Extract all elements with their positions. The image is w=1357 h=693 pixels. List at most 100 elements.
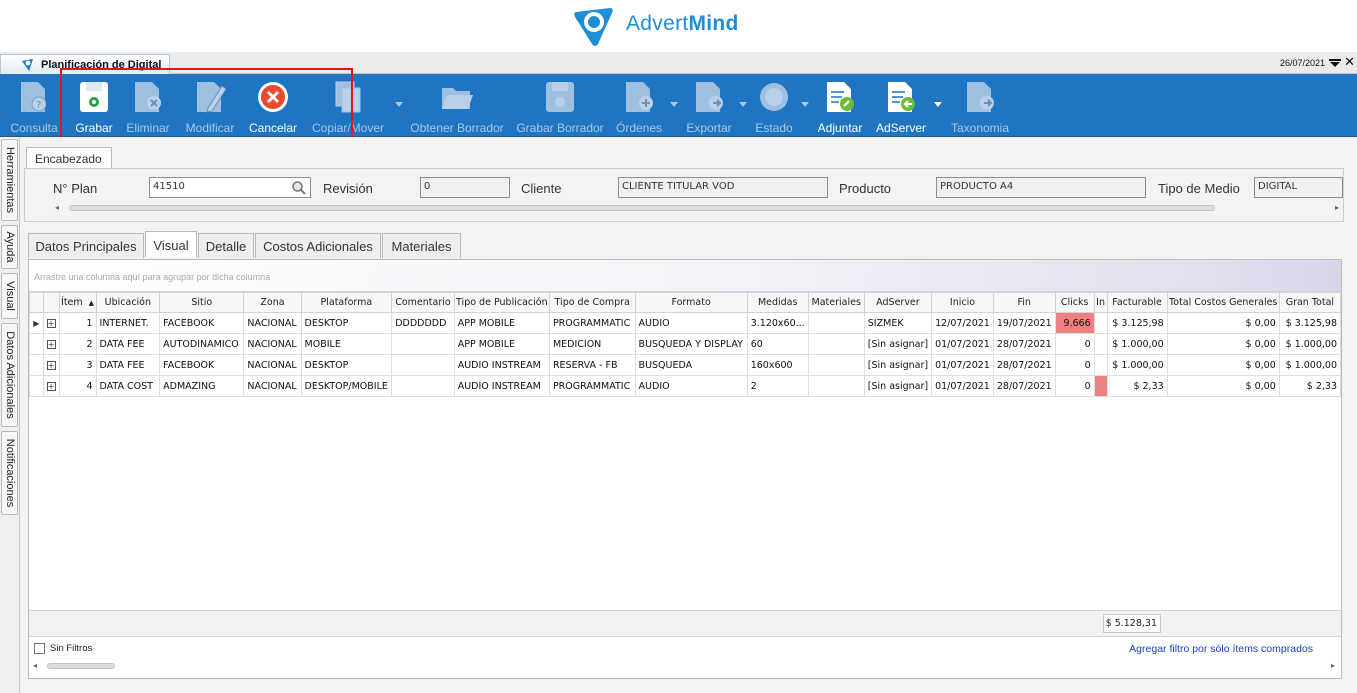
revision-field[interactable]: 0 [420,177,510,198]
column-header-adserver[interactable]: AdServer [863,292,933,313]
obtener-borrador-button[interactable]: Obtener Borrador [408,78,506,135]
cell-item[interactable]: 3 [58,354,97,376]
close-window-icon[interactable]: ✕ [1344,55,1355,70]
adserver-dropdown-icon[interactable] [934,102,942,108]
column-header-tipo-compra[interactable]: Tipo de Compra [548,292,636,313]
cell-plataforma[interactable]: DESKTOP/MOBILE [300,375,393,397]
cell-inicio[interactable]: 01/07/2021 [931,333,994,355]
cell-zona[interactable]: NACIONAL [243,375,302,397]
cell-materiales[interactable] [807,312,865,334]
exportar-dropdown-icon[interactable] [739,102,747,108]
expand-plus-icon[interactable]: + [46,381,56,391]
cell-materiales[interactable] [807,333,865,355]
column-header-tipo-publicacion[interactable]: Tipo de Publicación [453,292,550,313]
header-scrollbar[interactable]: ◂ ▸ [55,202,1339,214]
cell-plataforma[interactable]: DESKTOP [300,354,393,376]
table-row[interactable]: + 2 DATA FEE AUTODINAMICO NACIONAL MOBIL… [29,333,1342,355]
cell-fin[interactable]: 28/07/2021 [992,333,1056,355]
exportar-button[interactable]: Exportar [684,78,734,135]
cell-clicks[interactable]: 9.666 [1054,312,1095,334]
add-filter-link[interactable]: Agregar filtro por sólo ítems comprados [1129,643,1313,655]
cell-zona[interactable]: NACIONAL [243,354,302,376]
cell-formato[interactable]: AUDIO [634,312,748,334]
cell-formato[interactable]: AUDIO [634,375,748,397]
table-row[interactable]: ▶ + 1 INTERNET. FACEBOOK NACIONAL DESKTO… [29,312,1342,334]
cell-fin[interactable]: 19/07/2021 [992,312,1056,334]
column-header-inicio[interactable]: Inicio [931,292,994,313]
cell-tipo-compra[interactable]: MEDICION [548,333,636,355]
cell-inicio[interactable]: 12/07/2021 [931,312,994,334]
group-by-area[interactable]: Arrastre una columna aquí para agrupar p… [29,260,1341,292]
dropdown-arrow-icon[interactable] [1329,59,1341,67]
cell-item[interactable]: 2 [58,333,97,355]
cell-gran-total[interactable]: $ 2,33 [1278,375,1342,397]
adserver-button[interactable]: AdServer [874,78,928,135]
cell-medidas[interactable]: 3.120x60... [746,312,809,334]
taxonomia-button[interactable]: Taxonomia [948,78,1012,135]
cell-facturable[interactable]: $ 2,33 [1106,375,1168,397]
scroll-left-icon[interactable]: ◂ [55,203,59,212]
cell-tipo-compra[interactable]: RESERVA - FB [548,354,636,376]
grid-scroll-left-icon[interactable]: ◂ [33,661,37,670]
copiar-mover-button[interactable]: Copiar/Mover [308,78,388,135]
cell-clicks[interactable]: 0 [1054,354,1095,376]
estado-dropdown-icon[interactable] [801,102,809,108]
cell-comentario[interactable] [391,354,455,376]
cell-formato[interactable]: BUSQUEDA [634,354,748,376]
grid-scroll-thumb[interactable] [47,663,115,669]
cell-medidas[interactable]: 2 [746,375,809,397]
cell-tipo-publicacion[interactable]: APP MOBILE [453,312,550,334]
cell-sitio[interactable]: FACEBOOK [159,312,245,334]
cell-total-costos-generales[interactable]: $ 0,00 [1166,375,1280,397]
cell-gran-total[interactable]: $ 1.000,00 [1278,354,1342,376]
cell-item[interactable]: 4 [58,375,97,397]
plan-input[interactable]: 41510 [149,177,311,198]
column-header-zona[interactable]: Zona [243,292,302,313]
column-header-gran-total[interactable]: Gran Total [1278,292,1342,313]
cell-plataforma[interactable]: DESKTOP [300,312,393,334]
cell-ubicacion[interactable]: DATA FEE [95,354,161,376]
sidebar-tab-datos-adicionales[interactable]: Datos Adicionales [1,323,18,427]
cell-clicks[interactable]: 0 [1054,375,1095,397]
cell-inicio[interactable]: 01/07/2021 [931,354,994,376]
column-header-fin[interactable]: Fin [992,292,1056,313]
cell-materiales[interactable] [807,375,865,397]
cell-item[interactable]: 1 [58,312,97,334]
sin-filtros-checkbox[interactable] [34,643,45,654]
cell-sitio[interactable]: FACEBOOK [159,354,245,376]
cell-inicio[interactable]: 01/07/2021 [931,375,994,397]
cell-clicks[interactable]: 0 [1054,333,1095,355]
column-header-materiales[interactable]: Materiales [807,292,865,313]
sidebar-tab-herramientas[interactable]: Herramientas [1,139,18,221]
cell-gran-total[interactable]: $ 3.125,98 [1278,312,1342,334]
cell-comentario[interactable]: DDDDDDD [391,312,455,334]
expand-cell[interactable]: + [42,354,60,376]
expand-plus-icon[interactable]: + [46,339,56,349]
estado-button[interactable]: Estado [752,78,796,135]
table-row[interactable]: + 4 DATA COST ADMAZING NACIONAL DESKTOP/… [29,375,1342,397]
cell-tipo-compra[interactable]: PROGRAMMATIC [548,312,636,334]
tab-encabezado[interactable]: Encabezado [26,147,112,169]
consulta-button[interactable]: ? Consulta [9,78,59,135]
tab-visual[interactable]: Visual [145,231,197,257]
cell-medidas[interactable]: 60 [746,333,809,355]
cell-total-costos-generales[interactable]: $ 0,00 [1166,354,1280,376]
cell-formato[interactable]: BUSQUEDA Y DISPLAY [634,333,748,355]
cell-tipo-publicacion[interactable]: AUDIO INSTREAM [453,354,550,376]
column-header-sitio[interactable]: Sitio [159,292,245,313]
expand-cell[interactable]: + [42,312,60,334]
cell-in[interactable] [1093,312,1108,334]
modificar-button[interactable]: Modificar [182,78,238,135]
tab-costos-adicionales[interactable]: Costos Adicionales [255,233,381,258]
sidebar-tab-notificaciones[interactable]: Notificaciones [1,431,18,515]
cell-sitio[interactable]: ADMAZING [159,375,245,397]
tab-datos-principales[interactable]: Datos Principales [28,233,144,258]
cell-sitio[interactable]: AUTODINAMICO [159,333,245,355]
column-header-clicks[interactable]: Clicks [1054,292,1095,313]
cell-in[interactable] [1093,354,1108,376]
cell-fin[interactable]: 28/07/2021 [992,354,1056,376]
medio-field[interactable]: DIGITAL [1254,177,1343,198]
cell-tipo-publicacion[interactable]: APP MOBILE [453,333,550,355]
ordenes-dropdown-icon[interactable] [670,102,678,108]
cliente-field[interactable]: CLIENTE TITULAR VOD [618,177,828,198]
